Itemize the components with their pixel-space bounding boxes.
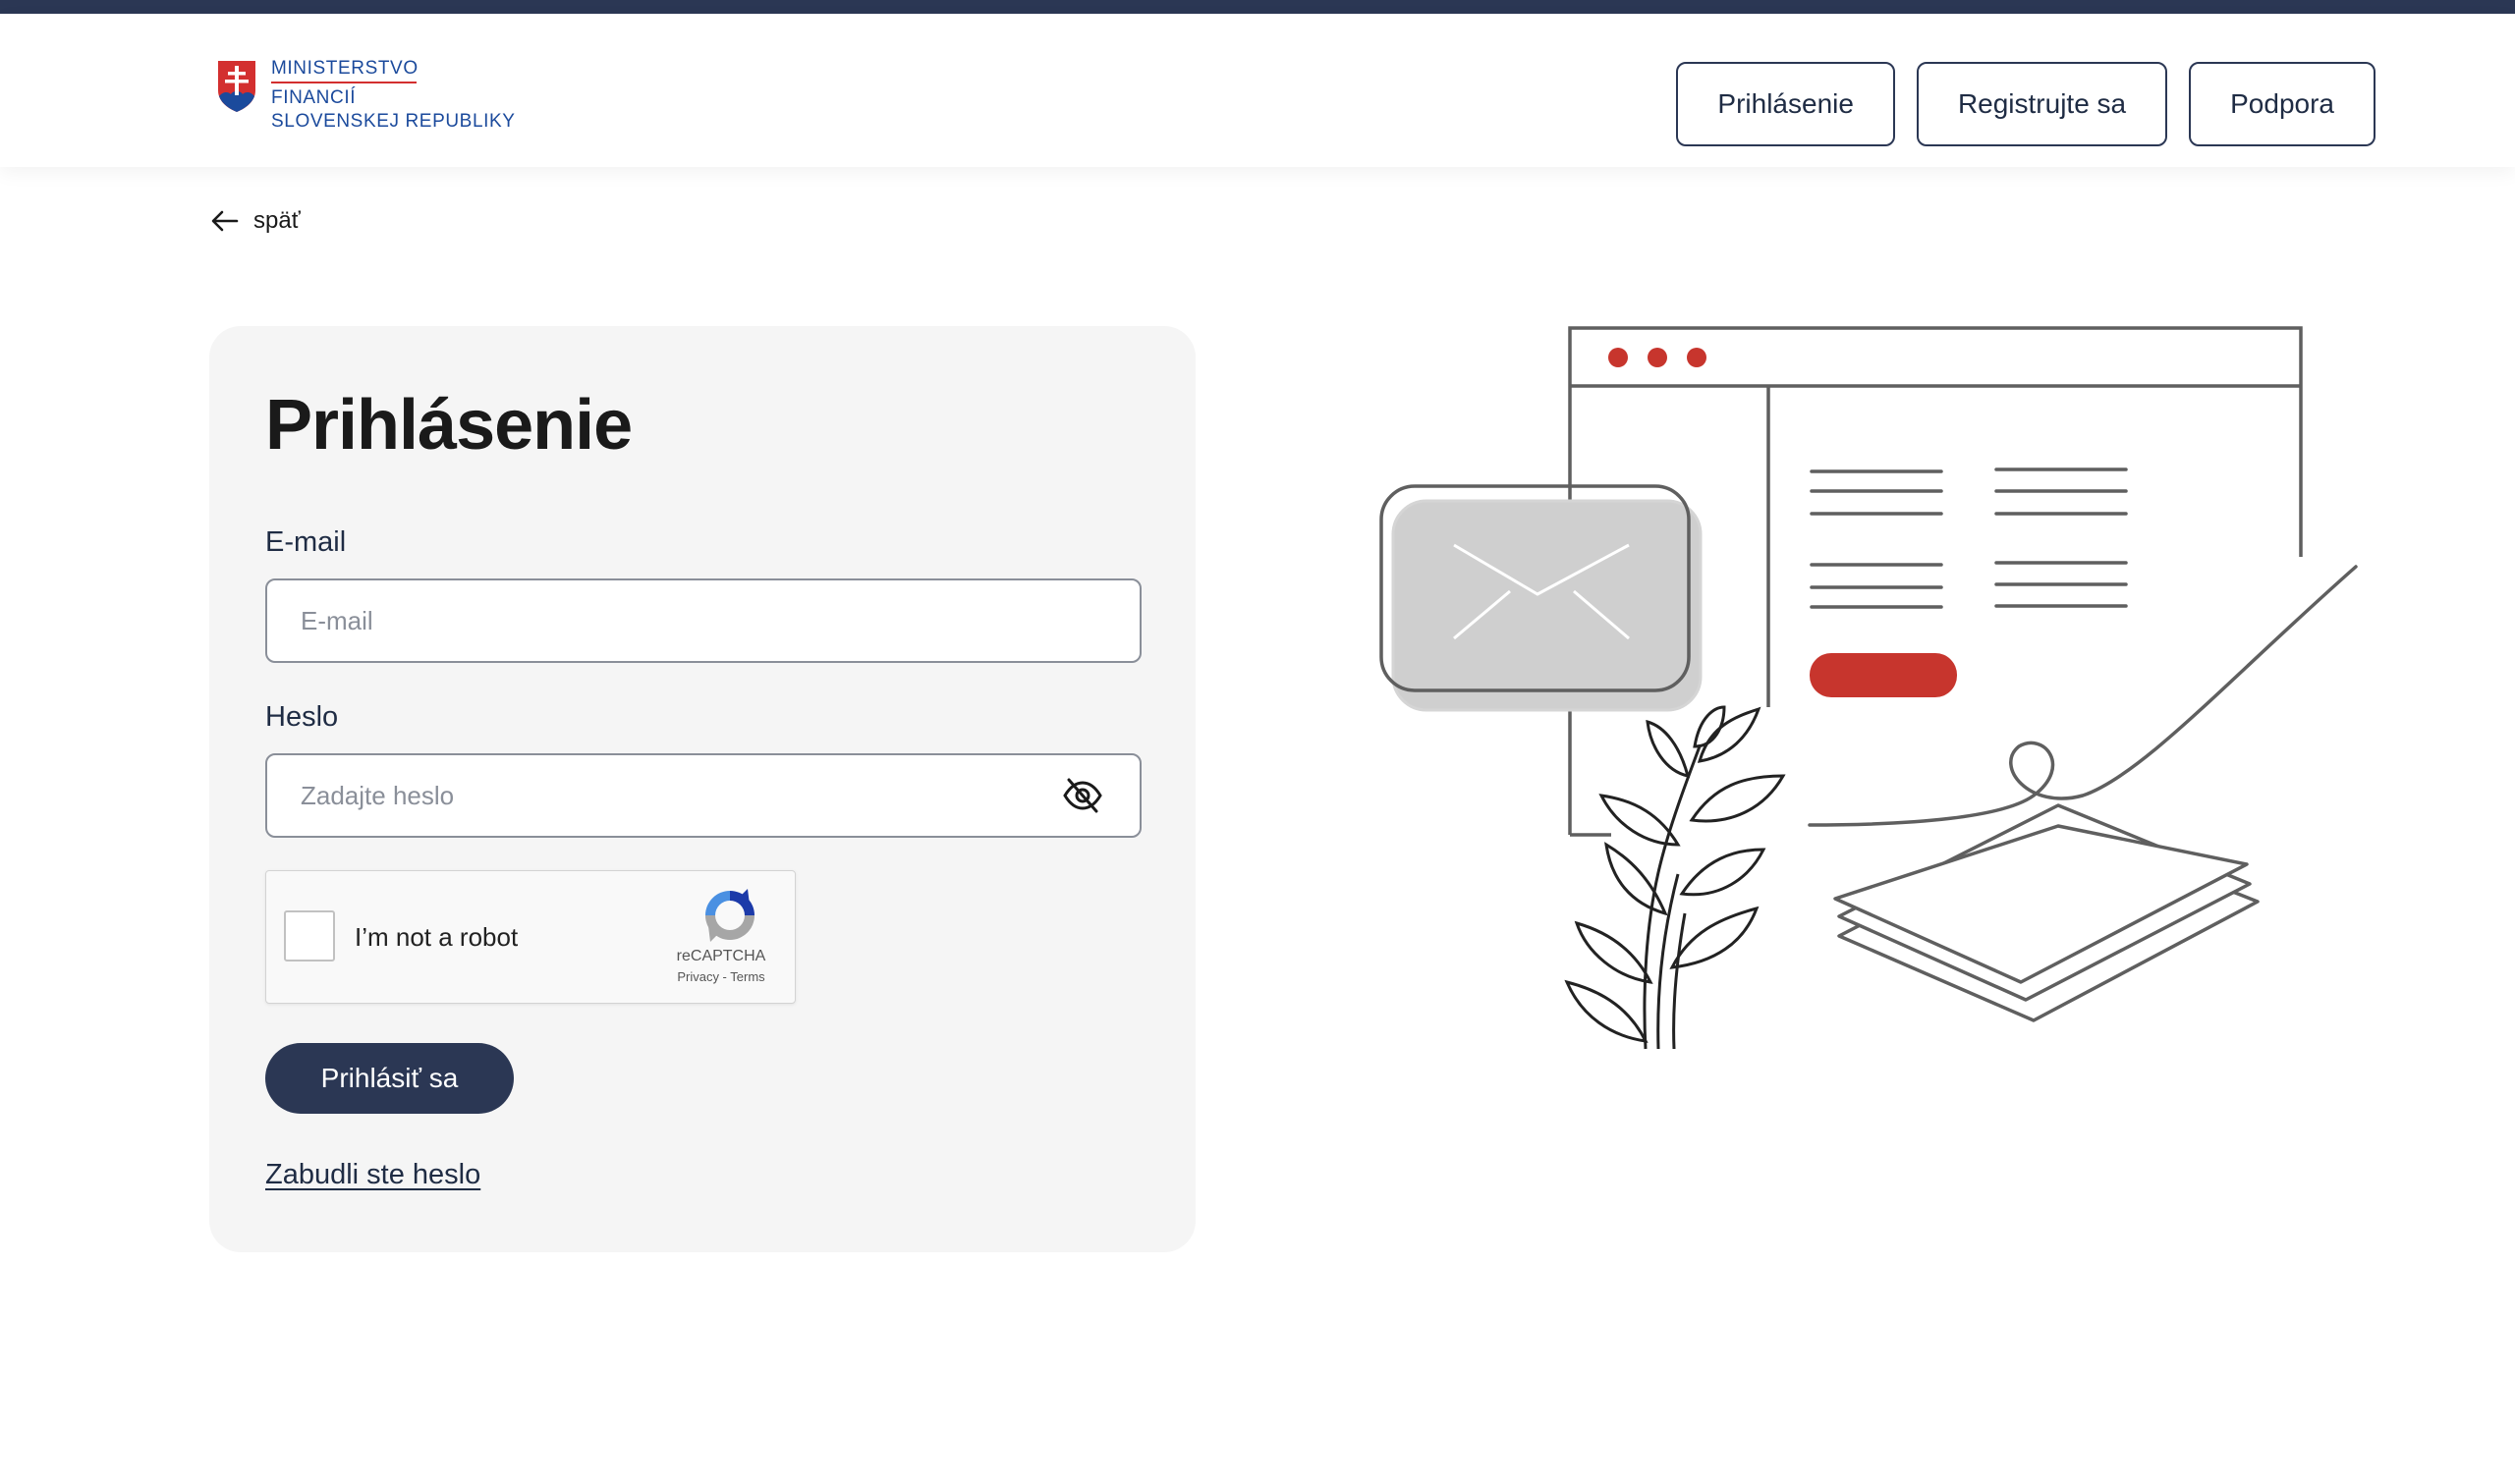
slovak-coat-of-arms-icon [215, 58, 258, 116]
arrow-left-icon [211, 210, 239, 232]
paper-stack-illustration [1833, 803, 2260, 1022]
login-nav-button[interactable]: Prihlásenie [1676, 62, 1895, 146]
recaptcha-widget: I’m not a robot reCAPTCHA Privacy - Term… [265, 870, 796, 1004]
back-link-label: späť [253, 207, 301, 234]
logo-line-finance: FINANCIÍ [271, 87, 357, 108]
site-header: MINISTERSTVO FINANCIÍ SLOVENSKEJ REPUBLI… [0, 14, 2515, 167]
window-dots [1608, 348, 1706, 367]
plant-illustration [1564, 705, 1786, 1050]
header-nav: Prihlásenie Registrujte sa Podpora [1676, 62, 2375, 146]
recaptcha-checkbox[interactable] [284, 910, 335, 962]
recaptcha-brand: reCAPTCHA [676, 948, 766, 964]
forgot-password-link[interactable]: Zabudli ste heslo [265, 1159, 480, 1191]
back-link[interactable]: späť [210, 207, 301, 235]
register-nav-button[interactable]: Registrujte sa [1916, 62, 2168, 146]
email-field[interactable] [265, 578, 1142, 663]
email-label: E-mail [265, 526, 347, 558]
top-accent-bar [0, 0, 2515, 14]
recaptcha-label: I’m not a robot [355, 922, 519, 952]
text-lines-illustration [1810, 467, 2128, 609]
support-nav-button[interactable]: Podpora [2189, 62, 2375, 146]
page-title: Prihlásenie [265, 386, 633, 465]
recaptcha-logo-icon [705, 889, 754, 942]
logo-line-ministry: MINISTERSTVO [271, 57, 516, 83]
envelope-illustration [1379, 484, 1703, 712]
login-illustration [1379, 326, 2358, 1050]
login-submit-button[interactable]: Prihlásiť sa [265, 1043, 514, 1114]
password-field[interactable] [265, 753, 1142, 838]
login-card: Prihlásenie E-mail Heslo I’m not a robot… [209, 326, 1196, 1252]
logo-line-republic: SLOVENSKEJ REPUBLIKY [271, 111, 516, 132]
recaptcha-privacy-terms-links[interactable]: Privacy - Terms [657, 969, 785, 984]
red-button-illustration [1810, 653, 1957, 697]
password-label: Heslo [265, 701, 339, 733]
ministry-logo[interactable]: MINISTERSTVO FINANCIÍ SLOVENSKEJ REPUBLI… [214, 57, 516, 134]
eye-off-icon[interactable] [1061, 776, 1104, 815]
